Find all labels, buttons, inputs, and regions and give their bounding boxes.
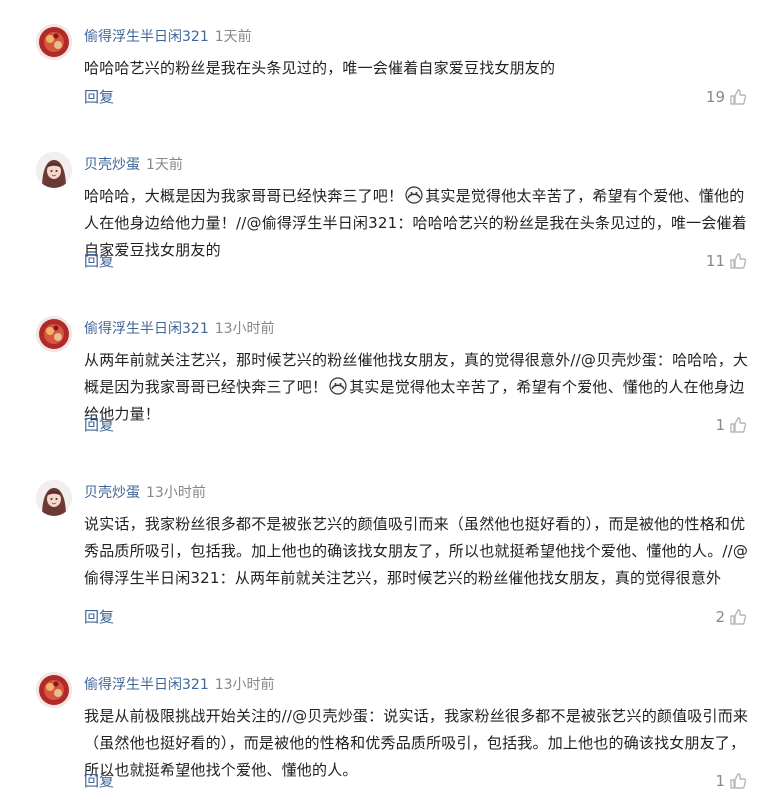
thumbs-up-icon xyxy=(729,252,747,270)
comment-item: 贝壳炒蛋 1天前 哈哈哈，大概是因为我家哥哥已经快奔三了吧！ 其实是觉得他太辛苦了，… xyxy=(0,128,777,292)
thumbs-up-icon xyxy=(729,416,747,434)
comment-header: 偷得浮生半日闲321 1天前 xyxy=(84,26,252,48)
comment-footer: 回复 2 xyxy=(84,606,747,628)
comment-text-segment: 我是从前极限挑战开始关注的//@贝壳炒蛋：说实话，我家粉丝很多都不是被张艺兴的颜… xyxy=(84,707,749,779)
user-2-avatar[interactable] xyxy=(36,480,72,516)
username[interactable]: 偷得浮生半日闲321 xyxy=(84,677,209,693)
comment-item: 偷得浮生半日闲321 1天前 哈哈哈艺兴的粉丝是我在头条见过的，唯一会催着自家爱豆… xyxy=(0,0,777,128)
comment-item: 贝壳炒蛋 13小时前 说实话，我家粉丝很多都不是被张艺兴的颜值吸引而来（虽然他也挺… xyxy=(0,456,777,648)
comment-item: 偷得浮生半日闲321 13小时前 从两年前就关注艺兴，那时候艺兴的粉丝催他找女朋友… xyxy=(0,292,777,456)
like-count: 1 xyxy=(715,772,725,790)
reply-button[interactable]: 回复 xyxy=(84,88,114,106)
reply-button[interactable]: 回复 xyxy=(84,416,114,434)
like-count: 19 xyxy=(705,88,725,106)
user-1-avatar[interactable] xyxy=(36,316,72,352)
timestamp: 13小时前 xyxy=(214,321,275,337)
reply-button[interactable]: 回复 xyxy=(84,252,114,270)
comment-header: 贝壳炒蛋 1天前 xyxy=(84,154,183,176)
thumbs-up-icon xyxy=(729,608,747,626)
timestamp: 1天前 xyxy=(146,157,183,173)
thumbs-up-icon xyxy=(729,772,747,790)
like-button[interactable]: 2 xyxy=(715,606,747,628)
comment-text-segment: 哈哈哈，大概是因为我家哥哥已经快奔三了吧！ xyxy=(84,187,404,205)
cover-face-emoji xyxy=(329,377,347,395)
like-count: 2 xyxy=(715,608,725,626)
comment-footer: 回复 19 xyxy=(84,86,747,108)
like-button[interactable]: 1 xyxy=(715,414,747,436)
comment-text-segment: 哈哈哈艺兴的粉丝是我在头条见过的，唯一会催着自家爱豆找女朋友的 xyxy=(84,59,556,77)
timestamp: 13小时前 xyxy=(214,677,275,693)
thumbs-up-icon xyxy=(729,88,747,106)
username[interactable]: 贝壳炒蛋 xyxy=(84,485,140,501)
comment-footer: 回复 1 xyxy=(84,770,747,792)
username[interactable]: 偷得浮生半日闲321 xyxy=(84,29,209,45)
like-count: 11 xyxy=(705,252,725,270)
comment-text: 说实话，我家粉丝很多都不是被张艺兴的颜值吸引而来（虽然他也挺好看的），而是被他的… xyxy=(84,511,754,592)
comment-text-segment: 说实话，我家粉丝很多都不是被张艺兴的颜值吸引而来（虽然他也挺好看的），而是被他的… xyxy=(84,515,749,587)
reply-button[interactable]: 回复 xyxy=(84,772,114,790)
user-1-avatar[interactable] xyxy=(36,24,72,60)
comment-text: 哈哈哈艺兴的粉丝是我在头条见过的，唯一会催着自家爱豆找女朋友的 xyxy=(84,55,754,82)
user-1-avatar[interactable] xyxy=(36,672,72,708)
like-button[interactable]: 1 xyxy=(715,770,747,792)
timestamp: 13小时前 xyxy=(146,485,206,501)
comment-footer: 回复 1 xyxy=(84,414,747,436)
user-2-avatar[interactable] xyxy=(36,152,72,188)
username[interactable]: 贝壳炒蛋 xyxy=(84,157,140,173)
reply-button[interactable]: 回复 xyxy=(84,608,114,626)
timestamp: 1天前 xyxy=(214,29,252,45)
comment-list: 偷得浮生半日闲321 1天前 哈哈哈艺兴的粉丝是我在头条见过的，唯一会催着自家爱豆… xyxy=(0,0,777,812)
comment-header: 偷得浮生半日闲321 13小时前 xyxy=(84,674,275,696)
cover-face-emoji xyxy=(405,186,423,204)
comment-footer: 回复 11 xyxy=(84,250,747,272)
comment-item: 偷得浮生半日闲321 13小时前 我是从前极限挑战开始关注的//@贝壳炒蛋：说实话… xyxy=(0,648,777,812)
like-count: 1 xyxy=(715,416,725,434)
like-button[interactable]: 11 xyxy=(706,250,747,272)
comment-header: 偷得浮生半日闲321 13小时前 xyxy=(84,318,275,340)
like-button[interactable]: 19 xyxy=(706,86,747,108)
comment-header: 贝壳炒蛋 13小时前 xyxy=(84,482,206,504)
username[interactable]: 偷得浮生半日闲321 xyxy=(84,321,209,337)
